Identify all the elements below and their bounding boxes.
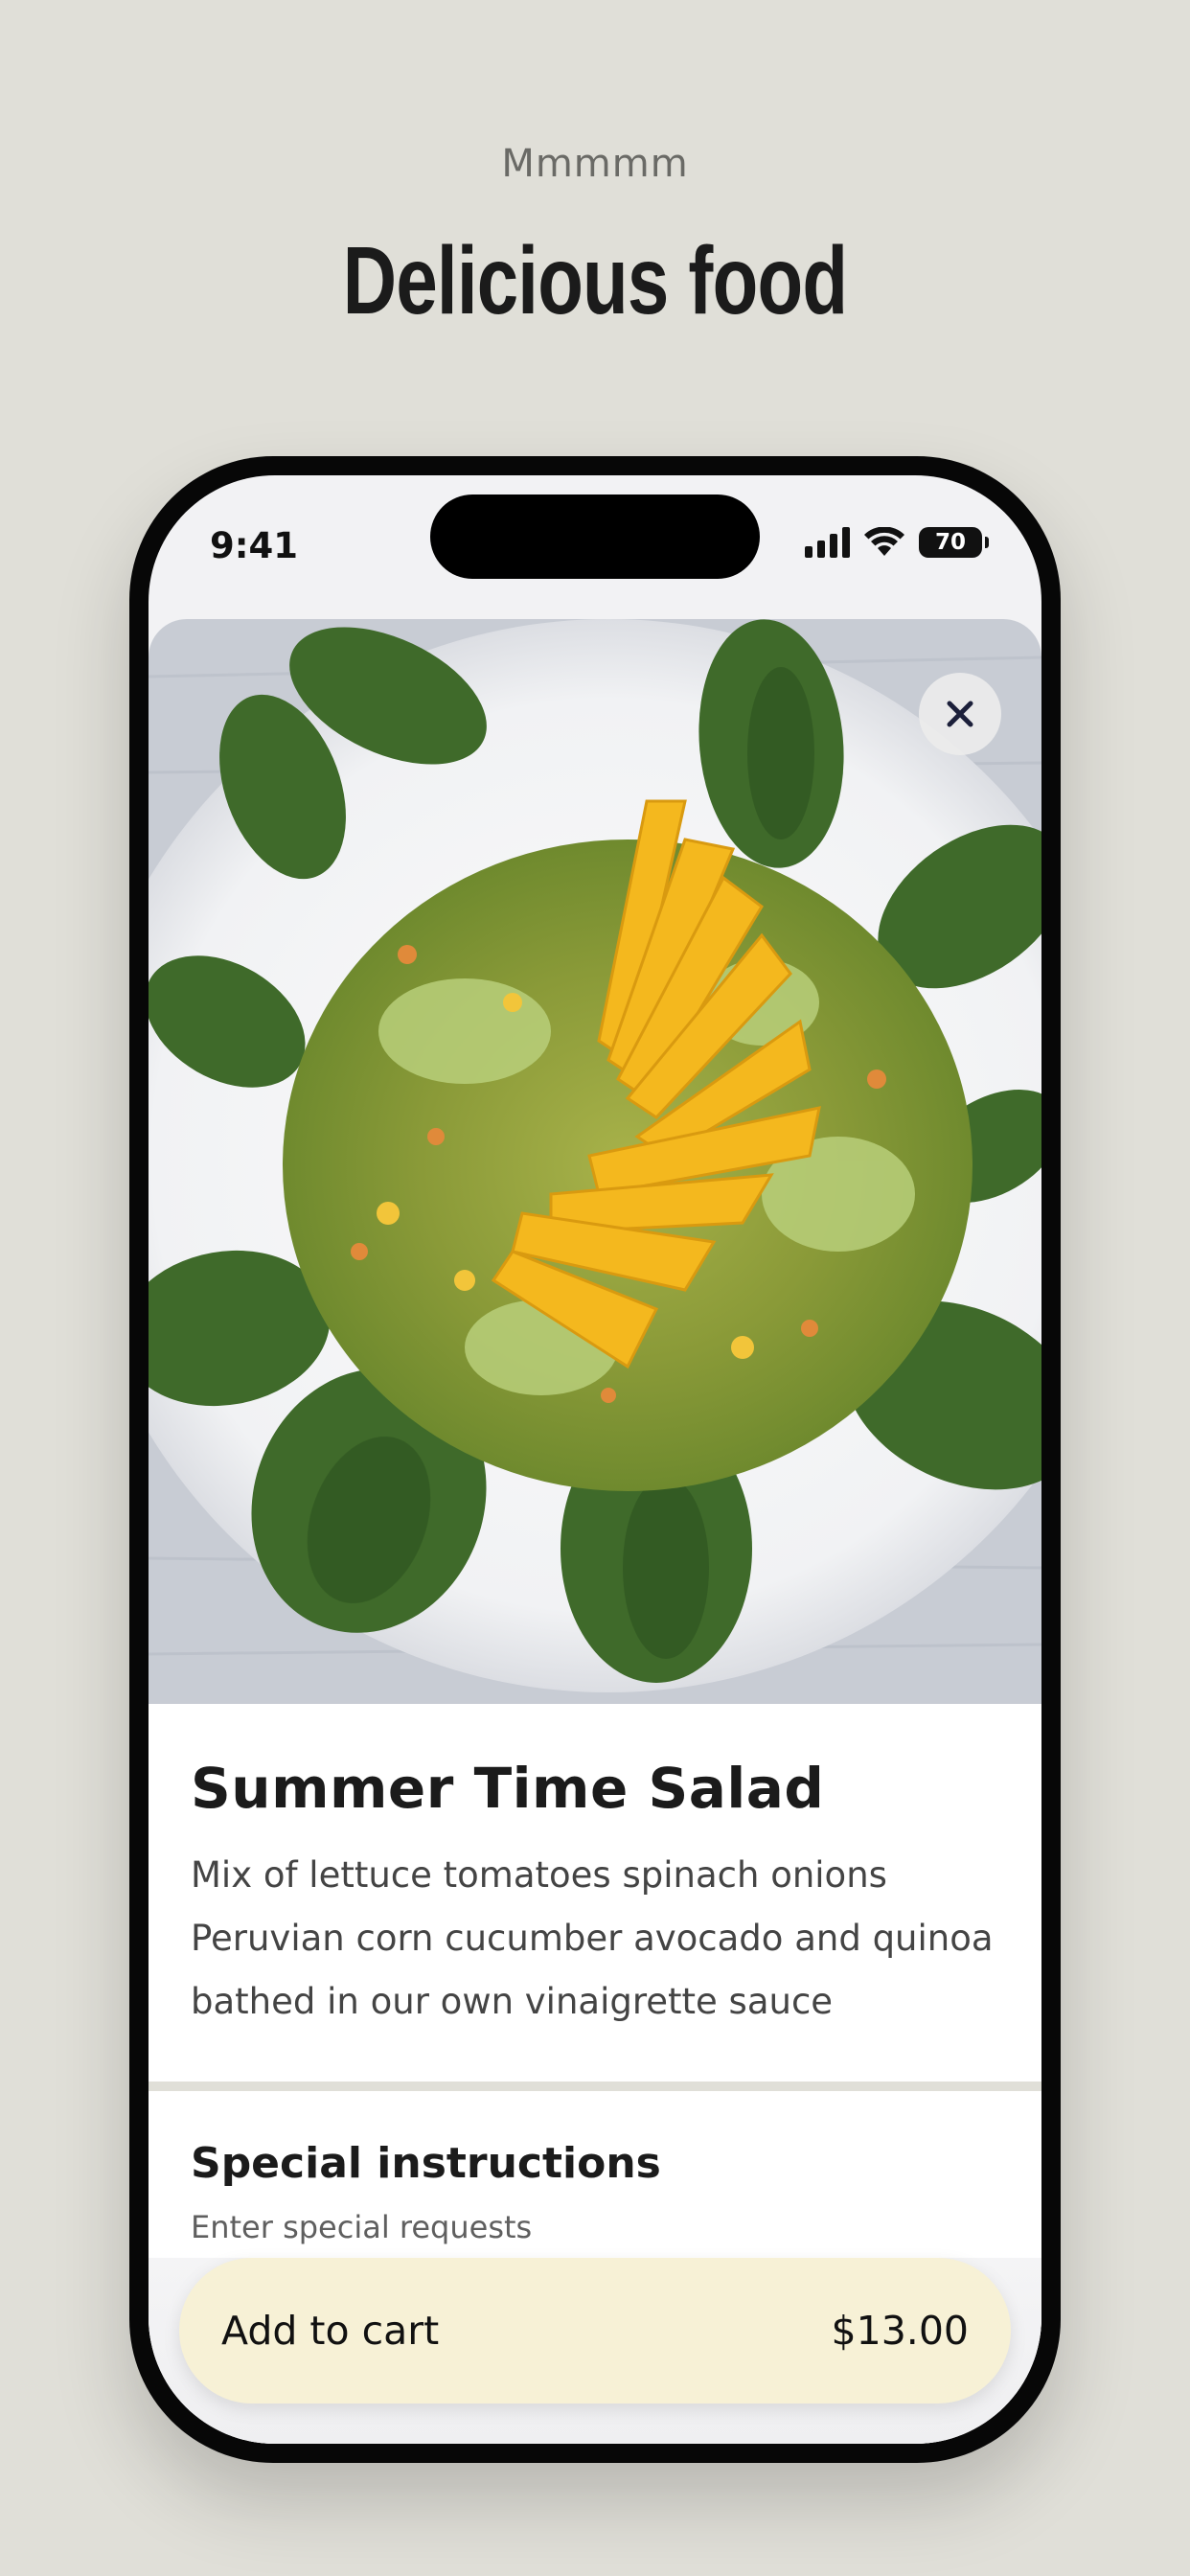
phone-frame: 9:41 70 Summer Time Salad Mix of lettuce… <box>129 456 1061 2463</box>
signal-icon <box>805 527 850 558</box>
status-bar: 9:41 70 <box>149 475 1041 619</box>
special-instructions-input[interactable] <box>191 2206 995 2248</box>
item-name: Summer Time Salad <box>191 1756 825 1821</box>
item-description: Mix of lettuce tomatoes spinach onions P… <box>191 1854 994 2022</box>
cart-price: $13.00 <box>831 2308 969 2354</box>
cart-bar: Add to cart $13.00 <box>149 2258 1041 2444</box>
close-icon <box>947 701 973 727</box>
dynamic-island <box>430 494 760 579</box>
close-button[interactable] <box>919 673 1001 755</box>
phone-screen: 9:41 70 Summer Time Salad Mix of lettuce… <box>149 475 1041 2444</box>
section-divider <box>149 2082 1041 2091</box>
wifi-icon <box>864 527 904 556</box>
add-to-cart-button[interactable]: Add to cart $13.00 <box>179 2258 1011 2404</box>
add-to-cart-label: Add to cart <box>221 2308 440 2354</box>
item-details: Summer Time Salad Mix of lettuce tomatoe… <box>149 1704 1041 2082</box>
page-title: Delicious food <box>342 227 848 334</box>
status-time: 9:41 <box>210 525 299 566</box>
salad-photo <box>149 619 1041 1704</box>
battery-icon: 70 <box>919 527 989 558</box>
status-icons: 70 <box>805 527 989 558</box>
page-pretitle: Mmmmm <box>501 142 689 186</box>
special-instructions-title: Special instructions <box>191 2139 661 2188</box>
